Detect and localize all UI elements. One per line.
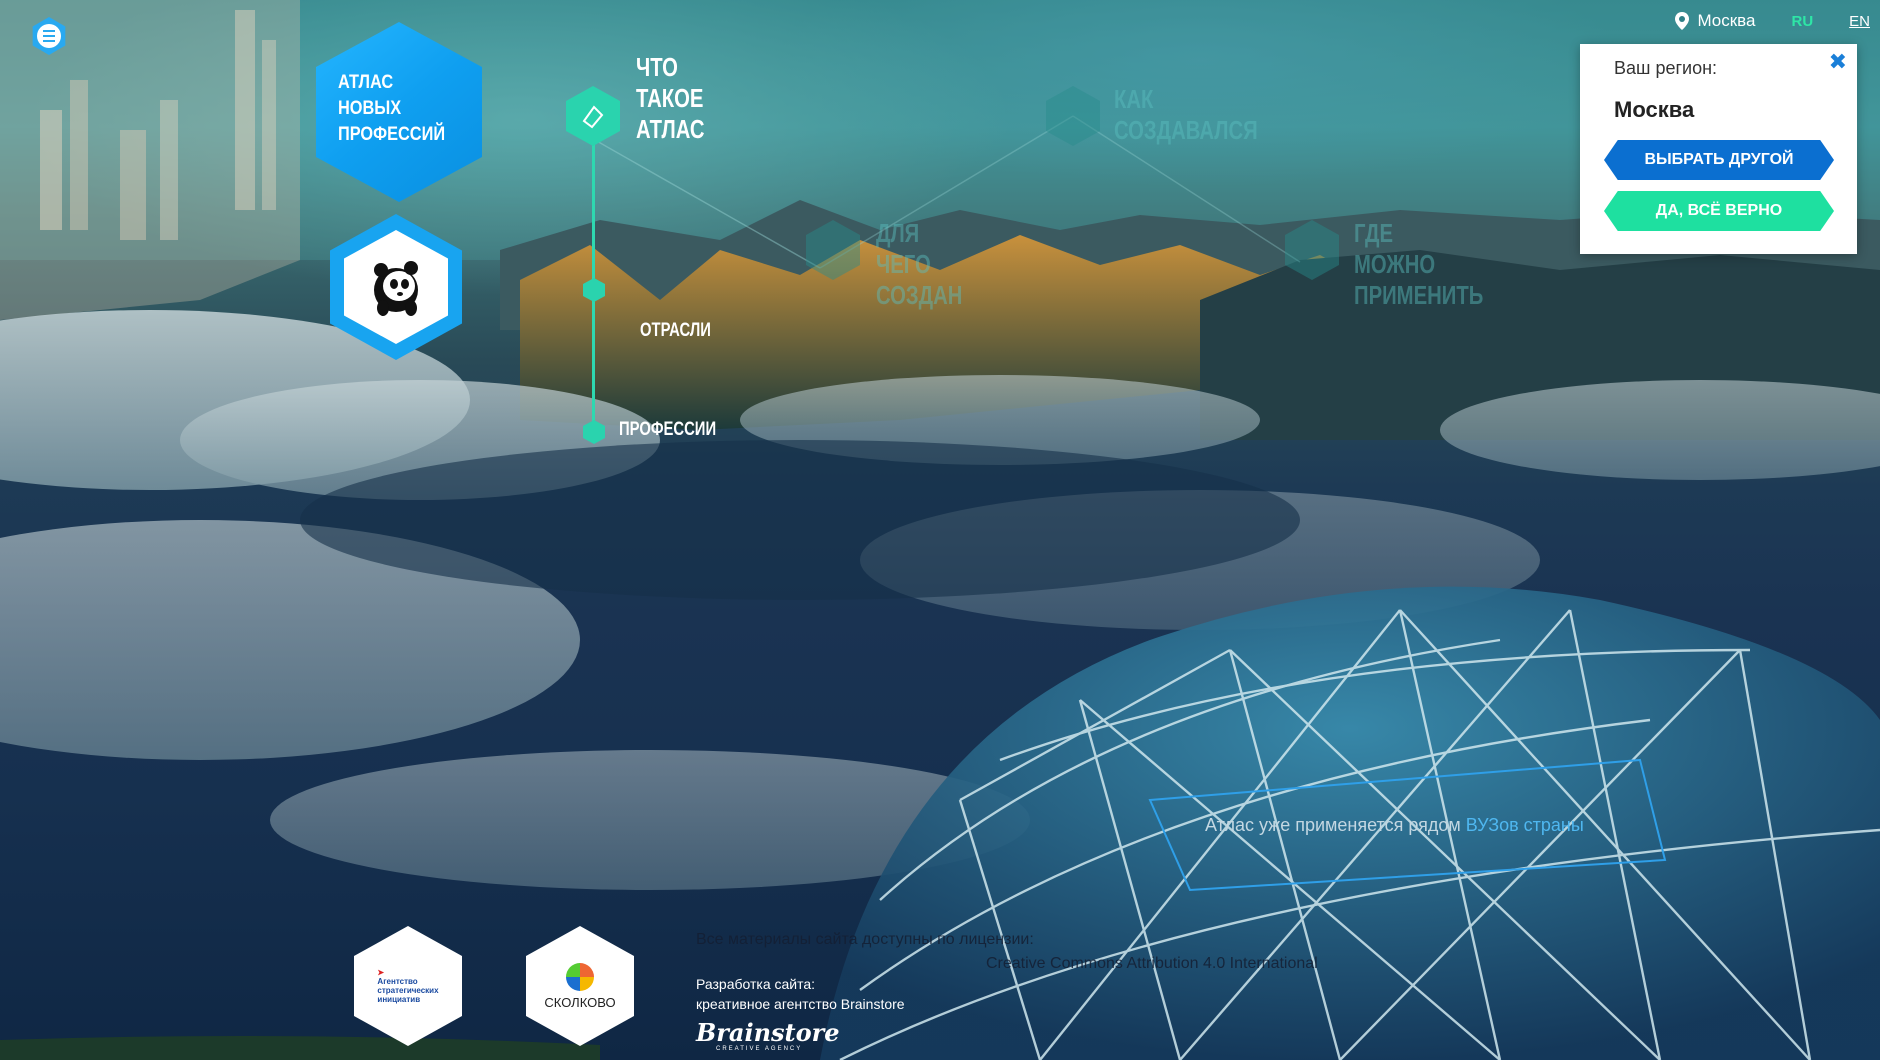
nav-what-is-atlas[interactable]: Что такое атлас [636,52,745,145]
brainstore-logo[interactable]: Brainstore [696,1018,840,1047]
skolkovo-icon [566,962,594,991]
lang-ru-link[interactable]: RU [1791,13,1813,30]
asi-logo-icon: ➤ [377,968,385,977]
site-logo-title: Атлас новых профессий [338,70,450,148]
logo-line1: Атлас [338,72,394,93]
region-label: Ваш регион: [1614,58,1718,78]
nav-where-apply[interactable]: Где можно применить [1354,218,1494,311]
lang-en-link[interactable]: EN [1849,13,1870,30]
license-line1: Все материалы сайта доступны по лицензии… [696,931,1034,948]
region-popup: Ваш регион: Москва ✖ ВЫБРАТЬ ДРУГОЙ ДА, … [1580,44,1857,254]
nav-why-created[interactable]: Для чего создан [876,218,1016,311]
confirm-region-button[interactable]: ДА, ВСЁ ВЕРНО [1604,191,1834,231]
panda-icon [344,230,448,344]
universities-link[interactable]: ВУЗов страны [1466,815,1584,835]
nav-how-created[interactable]: Как создавался [1114,84,1258,146]
license-link[interactable]: Creative Commons Attribution 4.0 Interna… [696,952,1318,976]
region-city: Москва [1614,97,1695,122]
hamburger-icon [37,24,61,48]
logo-line3: профессий [338,124,446,145]
asi-logo-text: ➤ Агентство стратегических инициатив [377,968,439,1004]
close-icon[interactable]: ✖ [1829,50,1847,75]
location-pin-icon [1675,12,1690,30]
location-selector[interactable]: Москва [1675,11,1755,31]
nav-item-professions[interactable]: Профессии [619,419,716,441]
license-text: Все материалы сайта доступны по лицензии… [696,928,1318,976]
nav-item-industries[interactable]: Отрасли [640,320,711,342]
dome-caption-text: Атлас уже применяется рядом [1205,815,1466,835]
location-label: Москва [1697,11,1756,30]
dev-label: Разработка сайта: [696,976,816,992]
dev-agency[interactable]: креативное агентство Brainstore [696,996,905,1012]
top-bar: Москва RU EN [1675,10,1870,32]
logo-line2: новых [338,98,402,119]
skolkovo-label: СКОЛКОВО [544,994,616,1010]
brainstore-sub: CREATIVE AGENCY [716,1046,803,1052]
choose-other-region-button[interactable]: ВЫБРАТЬ ДРУГОЙ [1604,140,1834,180]
dome-caption: Атлас уже применяется рядом ВУЗов страны [1205,815,1584,836]
